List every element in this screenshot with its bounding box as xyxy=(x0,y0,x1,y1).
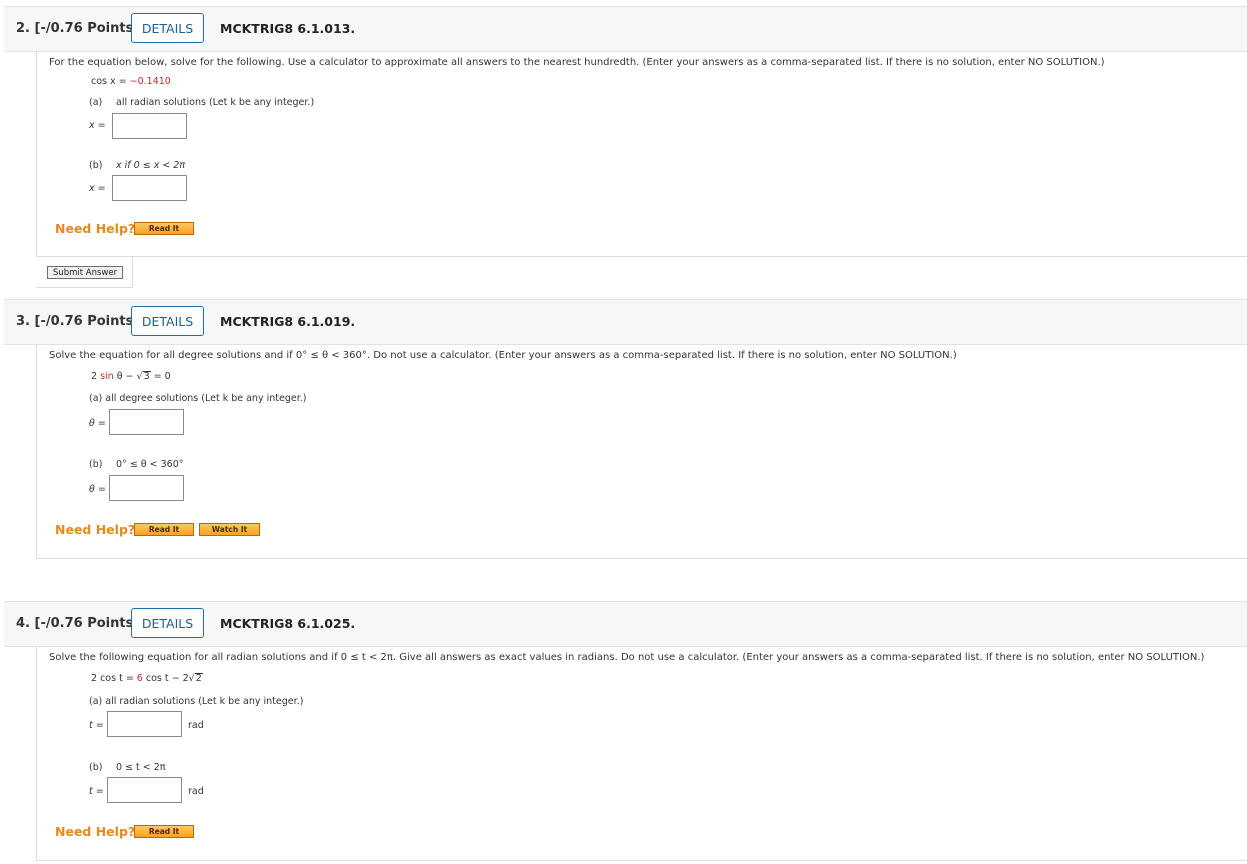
part-a-text: all radian solutions (Let k be any integ… xyxy=(116,97,315,108)
need-help-label: Need Help? xyxy=(55,221,136,236)
part-b-text: 0° ≤ θ < 360° xyxy=(116,459,184,470)
question-prompt: For the equation below, solve for the fo… xyxy=(49,57,1105,68)
read-it-button[interactable]: Read It xyxy=(134,825,194,838)
details-button[interactable]: DETAILS xyxy=(131,13,204,43)
equation-value: −0.1410 xyxy=(129,76,171,87)
equation-red: sin xyxy=(100,371,114,382)
question-2-header: 2. [-/0.76 Points] DETAILS MCKTRIG8 6.1.… xyxy=(4,6,1247,52)
question-4-header: 4. [-/0.76 Points] DETAILS MCKTRIG8 6.1.… xyxy=(4,601,1247,647)
question-prompt: Solve the following equation for all rad… xyxy=(49,652,1205,663)
submit-answer-button[interactable]: Submit Answer xyxy=(47,266,123,279)
equation-left: cos x = xyxy=(91,76,130,87)
part-b-var: x = xyxy=(89,183,106,194)
unit-label: rad xyxy=(188,786,204,797)
read-it-button[interactable]: Read It xyxy=(134,222,194,235)
part-a-text: (a) all radian solutions (Let k be any i… xyxy=(89,696,304,707)
question-code: MCKTRIG8 6.1.019. xyxy=(220,314,356,329)
question-number: 2. [-/0.76 Points] xyxy=(16,21,140,36)
submit-area: Submit Answer xyxy=(36,256,1247,299)
answer-input-b[interactable] xyxy=(107,777,182,803)
part-a-var: θ = xyxy=(89,418,106,429)
submit-tab: Submit Answer xyxy=(36,257,133,288)
part-b-tag: (b) xyxy=(89,459,103,470)
question-code: MCKTRIG8 6.1.013. xyxy=(220,21,356,36)
equation: 2 cos t = 6 cos t − 2√2 xyxy=(91,673,203,684)
answer-input-a[interactable] xyxy=(107,711,182,737)
details-button[interactable]: DETAILS xyxy=(131,608,204,638)
question-4-body: Solve the following equation for all rad… xyxy=(36,646,1247,861)
question-number: 3. [-/0.76 Points] xyxy=(16,314,140,329)
equation-root: 3 xyxy=(142,371,151,382)
part-b-tag: (b) xyxy=(89,160,103,171)
part-b-var: θ = xyxy=(89,484,106,495)
question-number: 4. [-/0.76 Points] xyxy=(16,616,140,631)
question-3-header: 3. [-/0.76 Points] DETAILS MCKTRIG8 6.1.… xyxy=(4,299,1247,345)
part-a-text: (a) all degree solutions (Let k be any i… xyxy=(89,393,307,404)
part-b-var: t = xyxy=(89,786,104,797)
need-help-label: Need Help? xyxy=(55,522,136,537)
equation-part: cos t − 2 xyxy=(142,673,189,684)
equation: cos x = −0.1410 xyxy=(91,76,171,87)
part-a-tag: (a) xyxy=(89,97,103,108)
answer-input-a[interactable] xyxy=(109,409,184,435)
answer-input-a[interactable] xyxy=(112,113,187,139)
part-a-var: t = xyxy=(89,720,104,731)
part-b-text: 0 ≤ t < 2π xyxy=(116,762,166,773)
equation-root: 2 xyxy=(194,673,203,684)
question-prompt: Solve the equation for all degree soluti… xyxy=(49,350,957,361)
question-2-body: For the equation below, solve for the fo… xyxy=(36,51,1247,256)
answer-input-b[interactable] xyxy=(109,475,184,501)
unit-label: rad xyxy=(188,720,204,731)
part-b-text: x if 0 ≤ x < 2π xyxy=(116,160,186,171)
answer-input-b[interactable] xyxy=(112,175,187,201)
question-code: MCKTRIG8 6.1.025. xyxy=(220,616,356,631)
equation-part: 2 xyxy=(91,371,101,382)
details-button[interactable]: DETAILS xyxy=(131,306,204,336)
read-it-button[interactable]: Read It xyxy=(134,523,194,536)
watch-it-button[interactable]: Watch It xyxy=(199,523,260,536)
equation-part: θ − xyxy=(113,371,137,382)
equation: 2 sin θ − √3 = 0 xyxy=(91,371,171,382)
equation-part: 2 cos t = xyxy=(91,673,137,684)
part-a-var: x = xyxy=(89,120,106,131)
need-help-label: Need Help? xyxy=(55,824,136,839)
part-b-tag: (b) xyxy=(89,762,103,773)
equation-part: = 0 xyxy=(150,371,171,382)
question-3-body: Solve the equation for all degree soluti… xyxy=(36,344,1247,559)
